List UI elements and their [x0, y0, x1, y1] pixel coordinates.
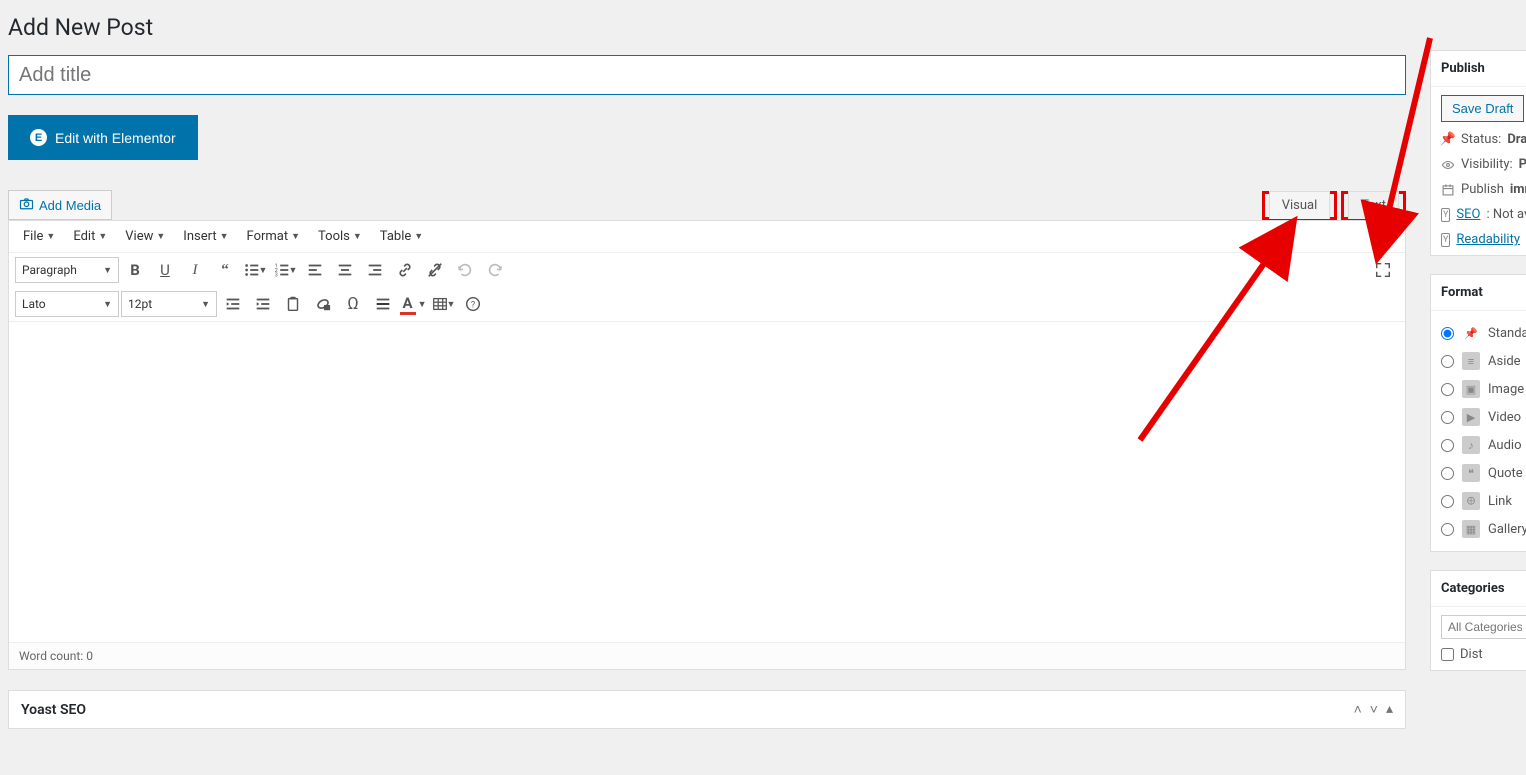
redo-button[interactable] [481, 257, 509, 283]
clear-format-button[interactable] [309, 291, 337, 317]
calendar-icon [1441, 183, 1455, 197]
svg-text:?: ? [471, 301, 475, 311]
pin-icon: 📌 [1441, 133, 1455, 147]
format-heading: Format [1431, 275, 1526, 311]
yoast-collapse-up-icon[interactable]: ˄ [1354, 701, 1362, 718]
editor-tabs: Visual Text [1262, 191, 1406, 220]
outdent-button[interactable] [219, 291, 247, 317]
readability-row: Y Readability: [1441, 232, 1526, 247]
toolbar-row-2: Lato▼ 12pt▼ Ω A▼ ▼ ? [9, 287, 1405, 322]
bold-button[interactable]: B [121, 257, 149, 283]
format-standard[interactable]: 📌Standa [1441, 319, 1526, 347]
tab-visual[interactable]: Visual [1269, 191, 1331, 219]
elementor-button-label: Edit with Elementor [55, 130, 176, 146]
ordered-list-button[interactable]: 123▼ [271, 257, 299, 283]
publish-panel: Publish Save Draft 📌 Status: Draf Visibi… [1430, 50, 1526, 256]
readability-link[interactable]: Readability [1456, 232, 1520, 247]
format-aside[interactable]: ≡Aside [1441, 347, 1526, 375]
publish-heading: Publish [1431, 51, 1526, 87]
align-right-button[interactable] [361, 257, 389, 283]
fullscreen-button[interactable] [1369, 257, 1397, 283]
seo-link[interactable]: SEO [1456, 207, 1480, 222]
camera-icon [19, 196, 34, 214]
link-button[interactable] [391, 257, 419, 283]
annotation-box-text: Text [1341, 191, 1406, 220]
quote-icon: ❝ [1462, 464, 1480, 482]
format-quote[interactable]: ❝Quote [1441, 459, 1526, 487]
menu-insert[interactable]: Insert▼ [175, 225, 236, 248]
video-icon: ▶ [1462, 408, 1480, 426]
menu-file[interactable]: File▼ [15, 225, 63, 248]
undo-button[interactable] [451, 257, 479, 283]
menu-table[interactable]: Table▼ [372, 225, 431, 248]
format-link[interactable]: 𐀏Link [1441, 487, 1526, 515]
unlink-button[interactable] [421, 257, 449, 283]
yoast-toggle-icon[interactable]: ▴ [1386, 701, 1393, 718]
format-gallery[interactable]: ▦Gallery [1441, 515, 1526, 543]
pushpin-icon: 📌 [1462, 324, 1480, 342]
underline-button[interactable]: U [151, 257, 179, 283]
menu-view[interactable]: View▼ [117, 225, 173, 248]
table-button[interactable]: ▼ [429, 291, 457, 317]
font-select[interactable]: Lato▼ [15, 291, 119, 317]
save-draft-button[interactable]: Save Draft [1441, 95, 1524, 122]
elementor-icon: E [30, 129, 47, 146]
tab-text[interactable]: Text [1348, 191, 1399, 219]
categories-panel: Categories Dist [1430, 570, 1526, 671]
aside-icon: ≡ [1462, 352, 1480, 370]
add-media-button[interactable]: Add Media [8, 190, 112, 220]
format-panel: Format 📌Standa ≡Aside ▣Image ▶Video ♪Aud… [1430, 274, 1526, 552]
seo-row: Y SEO: Not av [1441, 207, 1526, 222]
audio-icon: ♪ [1462, 436, 1480, 454]
yoast-readability-icon: Y [1441, 233, 1450, 247]
align-center-button[interactable] [331, 257, 359, 283]
fontsize-select[interactable]: 12pt▼ [121, 291, 217, 317]
yoast-title: Yoast SEO [21, 702, 86, 718]
editor-menubar: File▼ Edit▼ View▼ Insert▼ Format▼ Tools▼… [9, 221, 1405, 253]
format-select[interactable]: Paragraph▼ [15, 257, 119, 283]
special-char-button[interactable]: Ω [339, 291, 367, 317]
gallery-icon: ▦ [1462, 520, 1480, 538]
edit-with-elementor-button[interactable]: E Edit with Elementor [8, 115, 198, 160]
menu-tools[interactable]: Tools▼ [310, 225, 370, 248]
text-color-button[interactable]: A▼ [399, 291, 427, 317]
format-video[interactable]: ▶Video [1441, 403, 1526, 431]
visibility-row: Visibility: Pu [1441, 157, 1526, 172]
yoast-collapse-down-icon[interactable]: ˅ [1370, 701, 1378, 718]
eye-icon [1441, 158, 1455, 172]
annotation-box-visual: Visual [1262, 191, 1338, 220]
help-button[interactable]: ? [459, 291, 487, 317]
title-input[interactable] [8, 55, 1406, 95]
paste-button[interactable] [279, 291, 307, 317]
italic-button[interactable]: I [181, 257, 209, 283]
yoast-seo-panel[interactable]: Yoast SEO ˄ ˅ ▴ [8, 690, 1406, 729]
toolbar-row-1: Paragraph▼ B U I “ ▼ 123▼ [9, 253, 1405, 287]
horizontal-rule-button[interactable] [369, 291, 397, 317]
link-icon: 𐀏 [1462, 492, 1480, 510]
blockquote-button[interactable]: “ [211, 257, 239, 283]
svg-text:3: 3 [274, 272, 277, 278]
unordered-list-button[interactable]: ▼ [241, 257, 269, 283]
publish-date-row: Publish imm [1441, 182, 1526, 197]
category-item[interactable]: Dist [1441, 647, 1526, 662]
status-row: 📌 Status: Draf [1441, 132, 1526, 147]
indent-button[interactable] [249, 291, 277, 317]
editor-content[interactable] [9, 322, 1405, 642]
categories-heading: Categories [1431, 571, 1526, 607]
format-audio[interactable]: ♪Audio [1441, 431, 1526, 459]
menu-edit[interactable]: Edit▼ [65, 225, 115, 248]
yoast-seo-icon: Y [1441, 208, 1450, 222]
word-count: Word count: 0 [9, 642, 1405, 669]
editor: File▼ Edit▼ View▼ Insert▼ Format▼ Tools▼… [8, 220, 1406, 670]
page-title: Add New Post [8, 14, 1406, 41]
format-image[interactable]: ▣Image [1441, 375, 1526, 403]
add-media-label: Add Media [39, 198, 101, 213]
image-icon: ▣ [1462, 380, 1480, 398]
menu-format[interactable]: Format▼ [239, 225, 309, 248]
align-left-button[interactable] [301, 257, 329, 283]
categories-search[interactable] [1441, 615, 1526, 639]
